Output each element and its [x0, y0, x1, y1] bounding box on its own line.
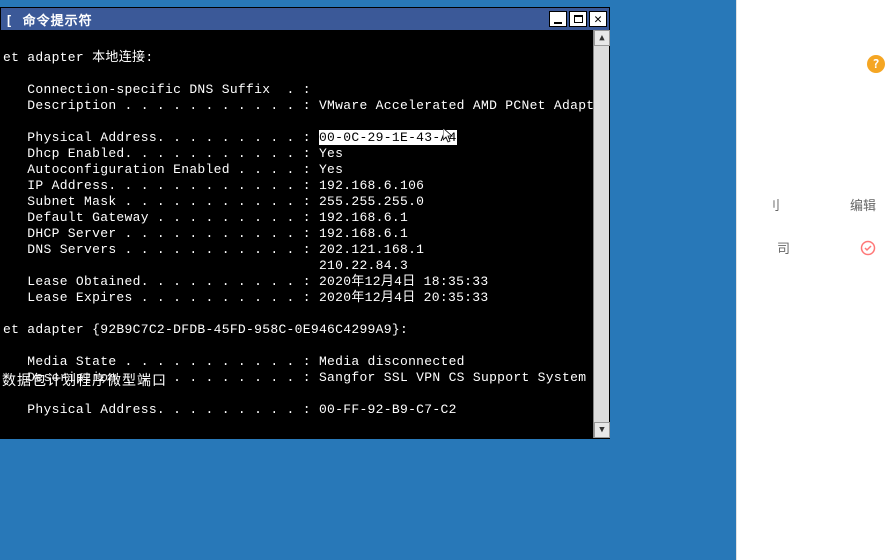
dns-servers-line-2: 210.22.84.3 [3, 258, 408, 273]
lease-expires-line: Lease Expires . . . . . . . . . . : 2020… [3, 290, 488, 305]
scroll-up-button[interactable]: ▲ [594, 30, 610, 46]
dhcp-server-line: DHCP Server . . . . . . . . . . . : 192.… [3, 226, 408, 241]
side-row-partial: 司 [777, 238, 790, 257]
description-line: Description . . . . . . . . . . . : VMwa… [3, 98, 593, 113]
adapter-header: et adapter 本地连接: [3, 50, 153, 65]
dns-suffix-line: Connection-specific DNS Suffix . : [3, 82, 311, 97]
help-icon[interactable]: ? [867, 55, 885, 73]
lease-obtained-line: Lease Obtained. . . . . . . . . . : 2020… [3, 274, 488, 289]
caption-overlay: 数据包计划程序微型端口 [0, 370, 169, 390]
titlebar[interactable]: [ 命令提示符 ✕ [1, 8, 609, 30]
media-state-line: Media State . . . . . . . . . . . : Medi… [3, 354, 465, 369]
maximize-button[interactable] [569, 11, 587, 27]
selected-mac[interactable]: 00-0C-29-1E-43-A4 [319, 130, 457, 145]
scroll-down-button[interactable]: ▼ [594, 422, 610, 438]
window-controls: ✕ [549, 11, 607, 27]
ip-address-line: IP Address. . . . . . . . . . . . : 192.… [3, 178, 424, 193]
window-title: [ 命令提示符 [5, 10, 93, 29]
side-row-partial: 刂 [767, 195, 780, 214]
gateway-line: Default Gateway . . . . . . . . . : 192.… [3, 210, 408, 225]
side-row-1: 刂 编辑 [737, 183, 896, 226]
side-panel: ? 刂 编辑 司 [736, 0, 896, 560]
side-row-2: 司 [737, 226, 896, 269]
desktop: [ 命令提示符 ✕ et adapter 本地连接: Connection-sp… [0, 0, 896, 560]
edit-pencil-icon[interactable] [860, 240, 876, 256]
dhcp-enabled-line: Dhcp Enabled. . . . . . . . . . . : Yes [3, 146, 343, 161]
physical-address-line: Physical Address. . . . . . . . . : 00-0… [3, 130, 457, 145]
autoconfig-line: Autoconfiguration Enabled . . . . : Yes [3, 162, 343, 177]
scrollbar[interactable]: ▲ ▼ [593, 30, 609, 438]
edit-link[interactable]: 编辑 [850, 195, 876, 214]
physical-address2-line: Physical Address. . . . . . . . . : 00-F… [3, 402, 457, 417]
adapter2-header: et adapter {92B9C7C2-DFDB-45FD-958C-0E94… [3, 322, 408, 337]
subnet-mask-line: Subnet Mask . . . . . . . . . . . : 255.… [3, 194, 424, 209]
minimize-button[interactable] [549, 11, 567, 27]
dns-servers-line: DNS Servers . . . . . . . . . . . : 202.… [3, 242, 424, 257]
close-button[interactable]: ✕ [589, 11, 607, 27]
